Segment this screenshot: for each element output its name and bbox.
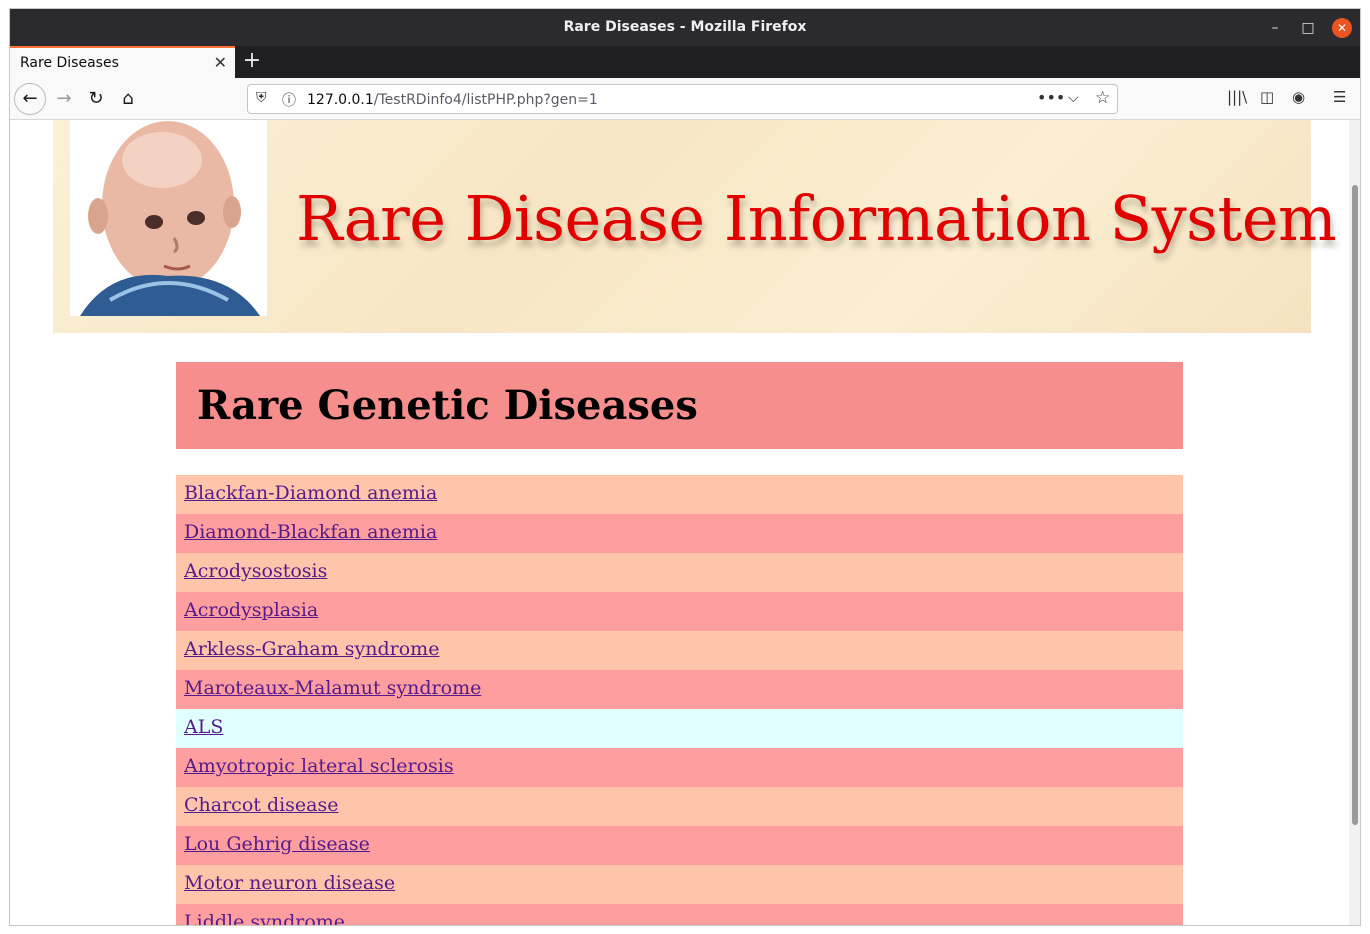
disease-row: Motor neuron disease: [176, 865, 1183, 904]
library-icon[interactable]: |||\: [1227, 88, 1247, 106]
browser-window: Rare Diseases - Mozilla Firefox – □ ✕ Ra…: [9, 8, 1361, 926]
disease-link[interactable]: Lou Gehrig disease: [184, 833, 370, 855]
back-arrow-icon[interactable]: ←: [14, 83, 46, 115]
shield-icon[interactable]: ⛨: [256, 90, 267, 106]
tab-label: Rare Diseases: [20, 55, 119, 71]
disease-link[interactable]: Liddle syndrome: [184, 911, 345, 925]
disease-row: Acrodysostosis: [176, 553, 1183, 592]
disease-row: ALS: [176, 709, 1183, 748]
disease-row: Lou Gehrig disease: [176, 826, 1183, 865]
reload-icon[interactable]: ↻: [82, 85, 110, 113]
disease-row: Diamond-Blackfan anemia: [176, 514, 1183, 553]
url-text[interactable]: 127.0.0.1/TestRDinfo4/listPHP.php?gen=1: [307, 92, 598, 108]
new-tab-icon[interactable]: +: [242, 48, 262, 73]
disease-row: Amyotropic lateral sclerosis: [176, 748, 1183, 787]
page-title: Rare Genetic Diseases: [197, 382, 698, 429]
disease-link[interactable]: Maroteaux-Malamut syndrome: [184, 677, 481, 699]
disease-link[interactable]: Acrodysplasia: [184, 599, 318, 621]
disease-link[interactable]: Motor neuron disease: [184, 872, 395, 894]
banner: Rare Disease Information System: [53, 120, 1337, 333]
disease-row: Acrodysplasia: [176, 592, 1183, 631]
disease-link[interactable]: Charcot disease: [184, 794, 339, 816]
disease-list: Blackfan-Diamond anemia Diamond-Blackfan …: [176, 475, 1183, 925]
banner-title: Rare Disease Information System: [296, 182, 1337, 255]
forward-arrow-icon[interactable]: →: [50, 85, 78, 113]
home-icon[interactable]: ⌂: [114, 85, 142, 113]
title-bar: Rare Diseases - Mozilla Firefox – □ ✕: [10, 9, 1360, 46]
disease-row: Maroteaux-Malamut syndrome: [176, 670, 1183, 709]
close-window-icon[interactable]: ✕: [1332, 18, 1352, 38]
disease-link[interactable]: Amyotropic lateral sclerosis: [184, 755, 454, 777]
vertical-scrollbar[interactable]: [1349, 120, 1360, 925]
disease-row: Liddle syndrome: [176, 904, 1183, 925]
menu-icon[interactable]: ☰: [1333, 88, 1346, 106]
scrollbar-thumb[interactable]: [1352, 185, 1358, 825]
url-bar[interactable]: ⛨ ⓘ 127.0.0.1/TestRDinfo4/listPHP.php?ge…: [247, 84, 1118, 114]
window-title: Rare Diseases - Mozilla Firefox: [563, 19, 807, 35]
minimize-icon[interactable]: –: [1265, 18, 1285, 38]
info-icon[interactable]: ⓘ: [282, 90, 296, 110]
account-icon[interactable]: ◉: [1292, 88, 1305, 106]
navigation-toolbar: ← → ↻ ⌂ ⛨ ⓘ 127.0.0.1/TestRDinfo4/listPH…: [10, 78, 1360, 120]
disease-link[interactable]: Arkless-Graham syndrome: [184, 638, 439, 660]
disease-link[interactable]: ALS: [184, 716, 223, 738]
disease-row: Charcot disease: [176, 787, 1183, 826]
more-actions-icon[interactable]: •••: [1037, 88, 1065, 107]
sidebar-icon[interactable]: ◫: [1260, 88, 1274, 106]
tab-rare-diseases[interactable]: Rare Diseases ✕: [10, 46, 235, 78]
tab-bar: Rare Diseases ✕ +: [10, 46, 1360, 78]
child-photo: [70, 120, 267, 316]
url-host: 127.0.0.1: [307, 92, 374, 108]
maximize-icon[interactable]: □: [1298, 18, 1318, 38]
disease-link[interactable]: Blackfan-Diamond anemia: [184, 482, 437, 504]
disease-link[interactable]: Diamond-Blackfan anemia: [184, 521, 437, 543]
bookmark-star-icon[interactable]: ☆: [1095, 88, 1110, 108]
url-path: /TestRDinfo4/listPHP.php?gen=1: [373, 92, 598, 108]
disease-row: Arkless-Graham syndrome: [176, 631, 1183, 670]
disease-row: Blackfan-Diamond anemia: [176, 475, 1183, 514]
page-viewport: Rare Disease Information System Rare Gen…: [10, 120, 1348, 925]
close-tab-icon[interactable]: ✕: [214, 53, 227, 72]
disease-link[interactable]: Acrodysostosis: [184, 560, 327, 582]
heading-box: Rare Genetic Diseases: [176, 362, 1183, 449]
pocket-icon[interactable]: ⌵: [1068, 90, 1079, 106]
